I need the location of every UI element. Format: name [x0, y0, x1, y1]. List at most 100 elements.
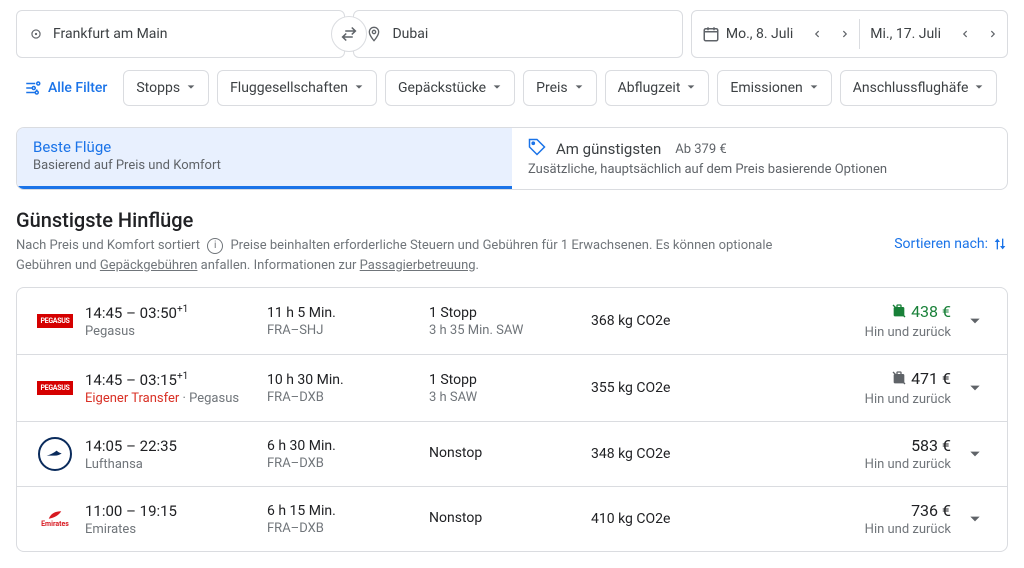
tab-best-flights[interactable]: Beste Flüge Basierend auf Preis und Komf… [17, 128, 512, 189]
no-bag-icon [891, 303, 907, 323]
trip-type: Hin und zurück [753, 392, 951, 407]
flight-stops: Nonstop [429, 445, 579, 461]
baggage-fees-link[interactable]: Gepäckgebühren [100, 258, 198, 273]
all-filters-button[interactable]: Alle Filter [16, 70, 115, 106]
chevron-down-icon [354, 80, 364, 96]
origin-input[interactable]: Frankfurt am Main [16, 10, 345, 58]
chevron-down-icon [968, 381, 982, 395]
flight-carrier: Emirates [85, 522, 255, 537]
flight-result-row[interactable]: 14:05 – 22:35Lufthansa6 h 30 Min.FRA–DXB… [17, 422, 1007, 487]
section-title: Günstigste Hinflüge [16, 208, 1008, 232]
chevron-down-icon [968, 314, 982, 328]
flight-stops: 1 Stopp [429, 305, 579, 321]
flight-duration: 10 h 30 Min. [267, 372, 417, 388]
flight-co2: 348 kg CO2e [591, 446, 741, 462]
chevron-down-icon [809, 80, 819, 96]
flight-duration: 11 h 5 Min. [267, 305, 417, 321]
airline-logo-pegasus: PEGASUS [37, 381, 73, 395]
flight-layover: 3 h SAW [429, 390, 579, 405]
flight-carrier: Pegasus [85, 324, 255, 339]
sort-icon [992, 236, 1008, 252]
filter-chip-preis[interactable]: Preis [523, 70, 597, 106]
calendar-icon [702, 25, 720, 43]
filter-chip-stopps[interactable]: Stopps [123, 70, 209, 106]
chevron-left-icon [812, 29, 822, 39]
return-date[interactable]: Mi., 17. Juli [860, 26, 951, 42]
depart-prev-button[interactable] [803, 11, 831, 57]
expand-button[interactable] [963, 512, 987, 526]
flight-co2: 368 kg CO2e [591, 313, 741, 329]
chevron-down-icon [968, 512, 982, 526]
chip-label: Stopps [136, 80, 180, 96]
trip-type: Hin und zurück [753, 457, 951, 472]
filter-chip-fluggesellschaften[interactable]: Fluggesellschaften [217, 70, 377, 106]
depart-next-button[interactable] [831, 11, 859, 57]
expand-button[interactable] [963, 314, 987, 328]
trip-type: Hin und zurück [753, 325, 951, 340]
chip-label: Emissionen [730, 80, 802, 96]
destination-input[interactable]: Dubai [353, 10, 682, 58]
expand-button[interactable] [963, 447, 987, 461]
flight-duration: 6 h 15 Min. [267, 503, 417, 519]
flight-duration: 6 h 30 Min. [267, 438, 417, 454]
flight-times: 14:05 – 22:35 [85, 437, 255, 455]
chip-label: Fluggesellschaften [230, 80, 348, 96]
chip-label: Preis [536, 80, 568, 96]
tab-cheapest-price: Ab 379 € [675, 142, 726, 157]
filter-chip-gepäckstücke[interactable]: Gepäckstücke [385, 70, 515, 106]
flight-result-row[interactable]: PEGASUS 14:45 – 03:50+1 Pegasus 11 h 5 Min.… [17, 288, 1007, 355]
filter-chip-emissionen[interactable]: Emissionen [717, 70, 831, 106]
flight-route: FRA–SHJ [267, 323, 417, 338]
return-next-button[interactable] [979, 11, 1007, 57]
chevron-right-icon [988, 29, 998, 39]
chevron-down-icon [574, 80, 584, 96]
date-picker[interactable]: Mo., 8. Juli Mi., 17. Juli [691, 10, 1008, 58]
section-subtitle: Nach Preis und Komfort sortiert i Preise… [16, 236, 776, 275]
chip-label: Abflugzeit [618, 80, 681, 96]
info-icon[interactable]: i [207, 238, 223, 254]
trip-type: Hin und zurück [753, 522, 951, 537]
flight-route: FRA–DXB [267, 521, 417, 536]
chevron-down-icon [492, 80, 502, 96]
tab-best-subtitle: Basierend auf Preis und Komfort [33, 158, 496, 173]
flight-price: 583 € [753, 436, 951, 455]
airline-logo-emirates: Emirates [41, 510, 69, 528]
return-prev-button[interactable] [951, 11, 979, 57]
flight-result-row[interactable]: Emirates 11:00 – 19:15 Emirates 6 h 15 Min.… [17, 487, 1007, 551]
flight-price: 471 € [753, 369, 951, 390]
filter-chip-abflugzeit[interactable]: Abflugzeit [605, 70, 710, 106]
airline-logo-lufthansa [38, 437, 72, 471]
chevron-down-icon [686, 80, 696, 96]
chevron-down-icon [186, 80, 196, 96]
filter-icon [24, 79, 42, 97]
chevron-down-icon [968, 447, 982, 461]
flight-times: 11:00 – 19:15 [85, 502, 255, 520]
flight-route: FRA–DXB [267, 390, 417, 405]
no-bag-icon [891, 370, 907, 390]
airline-logo-pegasus: PEGASUS [37, 314, 73, 328]
chevron-left-icon [960, 29, 970, 39]
flight-result-row[interactable]: PEGASUS 14:45 – 03:15+1 Eigener Transfer ·… [17, 355, 1007, 422]
destination-pin-icon [366, 26, 382, 42]
depart-date[interactable]: Mo., 8. Juli [692, 25, 803, 43]
flight-layover: 3 h 35 Min. SAW [429, 323, 579, 338]
flight-carrier: Eigener Transfer · Pegasus [85, 391, 255, 406]
destination-value: Dubai [392, 26, 428, 42]
flight-carrier: Lufthansa [85, 457, 255, 472]
swap-icon [340, 25, 358, 43]
flight-stops: 1 Stopp [429, 372, 579, 388]
sort-button[interactable]: Sortieren nach: [894, 236, 1008, 252]
tab-best-title: Beste Flüge [33, 138, 111, 156]
tag-icon [528, 138, 546, 160]
expand-button[interactable] [963, 381, 987, 395]
filter-chip-anschlussflughäfe[interactable]: Anschlussflughäfe [840, 70, 998, 106]
flight-times: 14:45 – 03:15+1 [85, 371, 255, 389]
chevron-right-icon [840, 29, 850, 39]
flight-co2: 410 kg CO2e [591, 511, 741, 527]
origin-circle-icon [29, 27, 43, 41]
flight-price: 736 € [753, 501, 951, 520]
tab-cheapest-subtitle: Zusätzliche, hauptsächlich auf dem Preis… [528, 162, 991, 177]
flight-times: 14:45 – 03:50+1 [85, 304, 255, 322]
tab-cheapest[interactable]: Am günstigsten Ab 379 € Zusätzliche, hau… [512, 128, 1007, 189]
passenger-assist-link[interactable]: Passagierbetreuung [360, 258, 476, 273]
